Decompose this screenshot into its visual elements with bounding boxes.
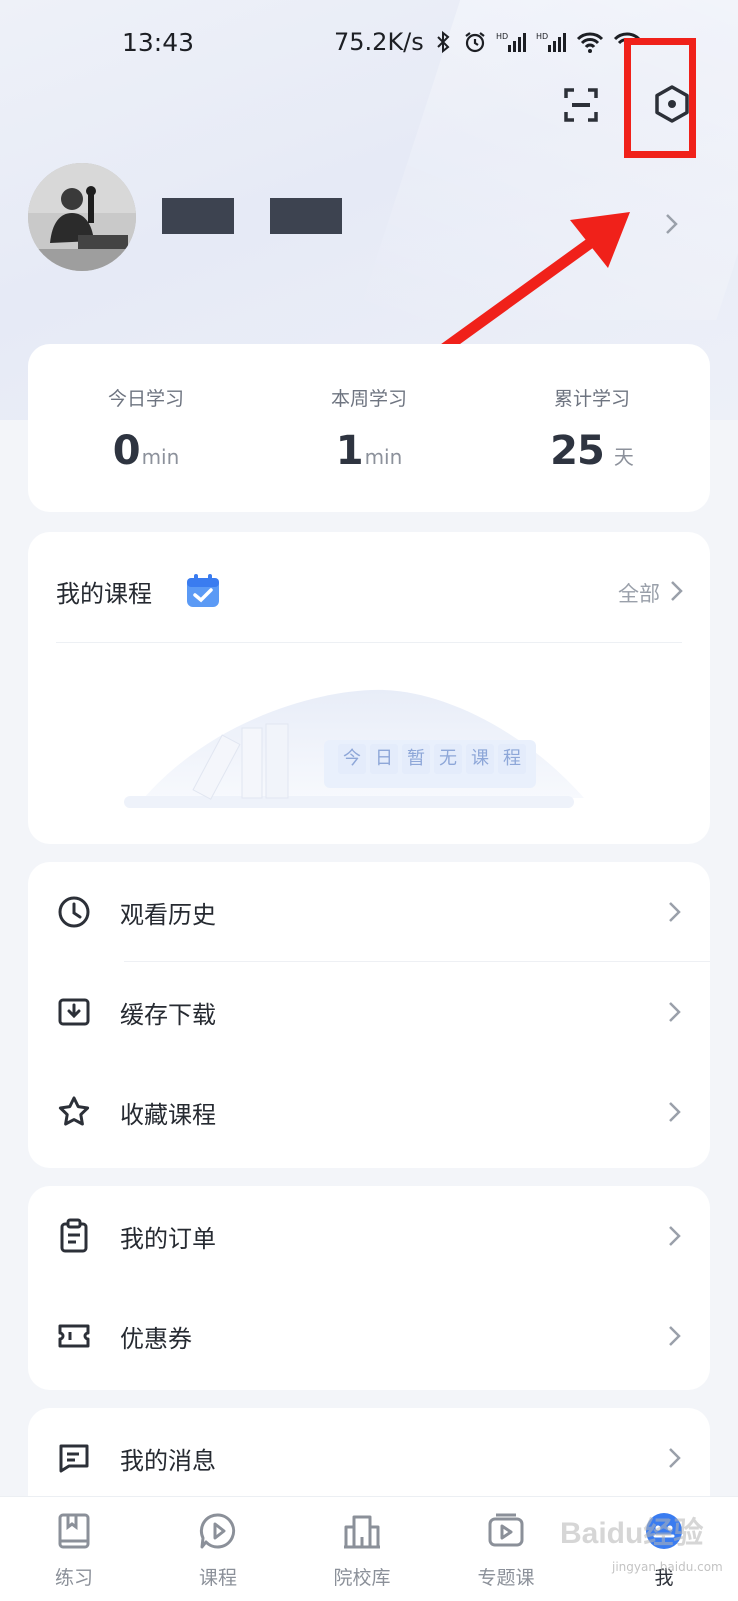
empty-courses-text: 今 日 暂 无 课 程 bbox=[338, 744, 526, 774]
nav-tab-special-courses[interactable]: 专题课 bbox=[446, 1497, 566, 1601]
avatar[interactable] bbox=[28, 163, 136, 271]
chevron-right-icon bbox=[669, 1002, 681, 1022]
nav-tab-label: 课程 bbox=[198, 1567, 237, 1589]
ticket-icon bbox=[58, 1324, 90, 1348]
status-time: 13:43 bbox=[122, 28, 195, 57]
stat-today-value: 0 bbox=[112, 428, 141, 474]
network-speed: 75.2K/s bbox=[334, 28, 424, 56]
message-icon bbox=[59, 1444, 89, 1473]
stat-week-label: 本周学习 bbox=[330, 388, 407, 410]
my-courses-all-link[interactable]: 全部 bbox=[618, 578, 660, 608]
menu-item-watch-history[interactable]: 观看历史 bbox=[28, 862, 710, 962]
stat-week-unit: min bbox=[364, 445, 403, 469]
clock-icon bbox=[58, 896, 90, 928]
download-icon bbox=[58, 998, 90, 1026]
stat-total-label: 累计学习 bbox=[553, 388, 630, 410]
menu-item-coupons[interactable]: 优惠券 bbox=[28, 1286, 710, 1386]
nav-tab-practice[interactable]: 练习 bbox=[14, 1497, 134, 1601]
alarm-icon bbox=[465, 32, 485, 53]
avatar-photo-icon bbox=[28, 163, 136, 271]
nav-tab-label: 专题课 bbox=[477, 1567, 535, 1589]
calendar-check-icon bbox=[187, 574, 219, 607]
stat-total-value: 25 bbox=[550, 428, 605, 474]
annotation-highlight-box bbox=[624, 38, 696, 158]
profile-chevron-right-icon[interactable] bbox=[664, 212, 680, 236]
menu-group-history: 观看历史 缓存下载 收藏课程 bbox=[28, 862, 710, 1168]
menu-item-label: 收藏课程 bbox=[120, 1101, 216, 1129]
menu-item-label: 我的消息 bbox=[120, 1447, 216, 1475]
video-icon bbox=[488, 1513, 524, 1547]
menu-item-label: 观看历史 bbox=[120, 901, 216, 929]
watermark-url: jingyan.baidu.com bbox=[612, 1560, 723, 1574]
chevron-right-icon bbox=[669, 1448, 681, 1468]
nav-tab-college-library[interactable]: 院校库 bbox=[302, 1497, 422, 1601]
play-chat-icon bbox=[199, 1513, 236, 1549]
nav-tab-courses[interactable]: 课程 bbox=[158, 1497, 278, 1601]
stat-total-unit: 天 bbox=[613, 445, 634, 469]
chevron-right-icon bbox=[669, 902, 681, 922]
empty-char: 日 bbox=[370, 744, 398, 774]
watermark-logo: Baidu经验 bbox=[560, 1517, 704, 1550]
menu-item-label: 缓存下载 bbox=[120, 1001, 216, 1029]
stat-today-label: 今日学习 bbox=[107, 388, 184, 410]
signal-hd-icon: HD bbox=[496, 32, 526, 52]
divider bbox=[56, 642, 682, 643]
bluetooth-icon bbox=[437, 30, 450, 54]
nav-tab-label: 院校库 bbox=[333, 1567, 391, 1589]
scan-icon[interactable] bbox=[562, 86, 600, 124]
menu-group-orders: 我的订单 优惠券 bbox=[28, 1186, 710, 1390]
empty-char: 课 bbox=[466, 744, 494, 774]
empty-char: 暂 bbox=[402, 744, 430, 774]
menu-item-favorite-courses[interactable]: 收藏课程 bbox=[28, 1062, 710, 1162]
username-redacted-block bbox=[162, 198, 234, 234]
empty-char: 今 bbox=[338, 744, 366, 774]
svg-text:HD: HD bbox=[536, 32, 548, 41]
empty-char: 程 bbox=[498, 744, 526, 774]
chevron-right-icon bbox=[669, 1326, 681, 1346]
wifi-icon bbox=[576, 32, 603, 53]
stat-today-unit: min bbox=[141, 445, 180, 469]
building-icon bbox=[344, 1515, 380, 1549]
signal-hd-2-icon: HD bbox=[536, 32, 566, 52]
chevron-right-icon bbox=[669, 1226, 681, 1246]
nav-tab-label: 练习 bbox=[54, 1567, 93, 1589]
status-indicators: 75.2K/s HD HD bbox=[334, 28, 642, 56]
annotation-arrow-icon bbox=[430, 212, 630, 362]
menu-item-label: 优惠券 bbox=[120, 1325, 192, 1353]
menu-item-my-messages[interactable]: 我的消息 bbox=[28, 1408, 710, 1508]
chevron-right-icon bbox=[669, 1102, 681, 1122]
menu-item-cache-download[interactable]: 缓存下载 bbox=[28, 962, 710, 1062]
username-redacted-block-2 bbox=[270, 198, 342, 234]
empty-char: 无 bbox=[434, 744, 462, 774]
book-icon bbox=[58, 1513, 90, 1549]
svg-text:HD: HD bbox=[496, 32, 508, 41]
star-icon bbox=[58, 1096, 90, 1126]
clipboard-icon bbox=[60, 1218, 88, 1253]
study-stats-card: 今日学习 0 min 本周学习 1 min 累计学习 25 天 bbox=[28, 344, 710, 512]
stat-week-value: 1 bbox=[335, 428, 364, 474]
menu-item-label: 我的订单 bbox=[120, 1225, 216, 1253]
my-courses-title: 我的课程 bbox=[56, 580, 152, 608]
my-courses-card: 我的课程 全部 今 日 暂 无 课 程 bbox=[28, 532, 710, 844]
courses-chevron-right-icon[interactable] bbox=[670, 580, 684, 602]
menu-item-my-orders[interactable]: 我的订单 bbox=[28, 1186, 710, 1286]
